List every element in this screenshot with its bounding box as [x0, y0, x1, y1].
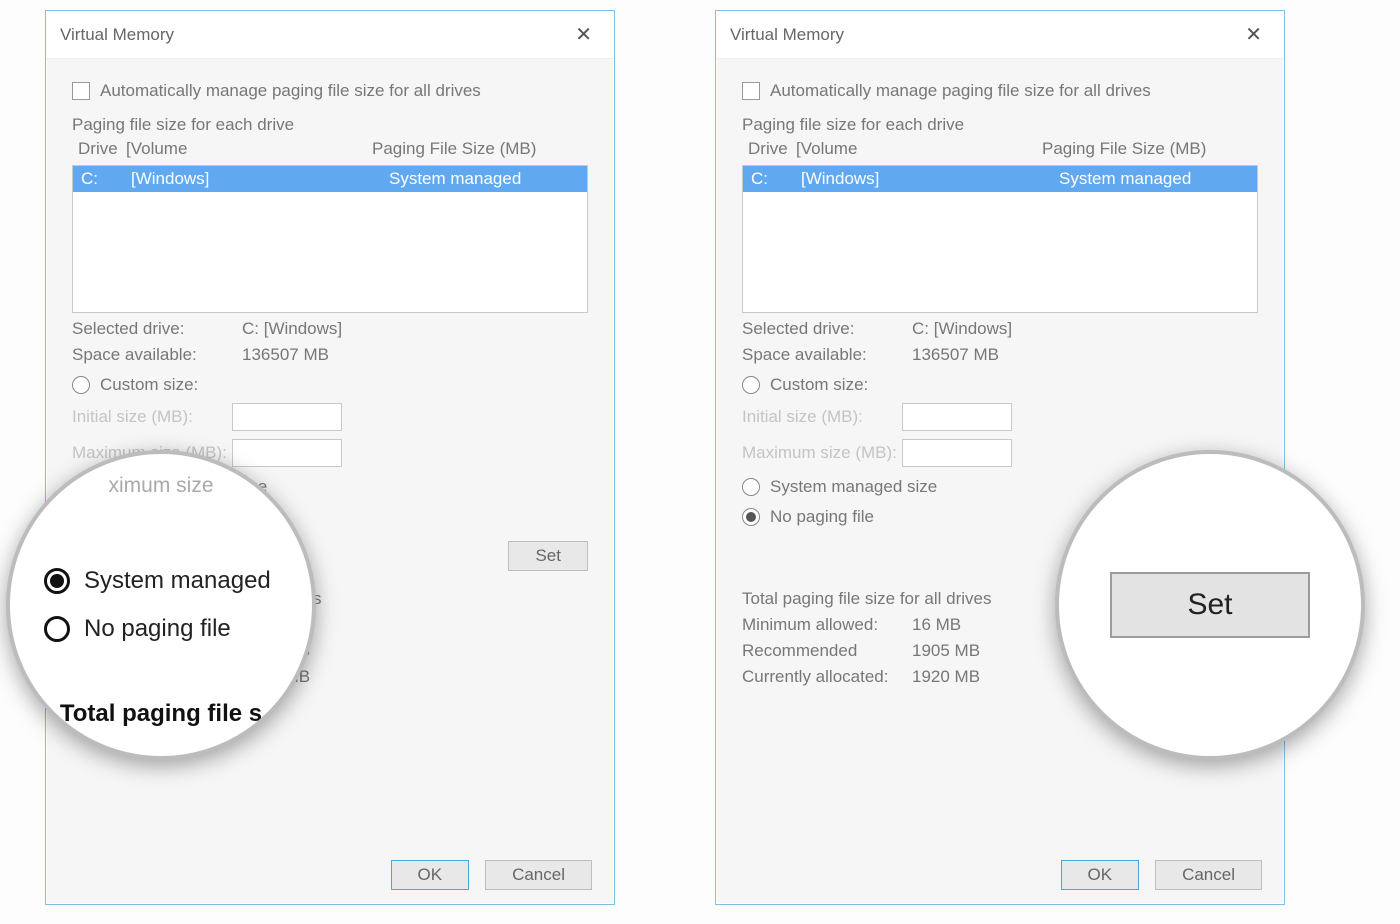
initial-input[interactable] [232, 403, 342, 431]
min-label: Minimum allowed: [742, 615, 912, 635]
selected-drive-value: C: [Windows] [242, 319, 342, 339]
cancel-button[interactable]: Cancel [1155, 860, 1262, 890]
drive-size: System managed [1059, 169, 1249, 189]
space-value: 136507 MB [242, 345, 329, 365]
rec-value: 1905 MB [912, 641, 980, 661]
ok-button[interactable]: OK [391, 860, 470, 890]
close-icon[interactable]: ✕ [567, 18, 600, 51]
auto-manage-checkbox[interactable] [742, 82, 760, 100]
drive-size: System managed [389, 169, 579, 189]
magnifier-left: ximum size System managed No paging file… [6, 450, 316, 760]
no-paging-label: No paging file [770, 507, 874, 527]
maximum-label: Maximum size (MB): [742, 443, 902, 463]
no-paging-radio[interactable] [742, 508, 760, 526]
space-label: Space available: [742, 345, 912, 365]
system-managed-radio[interactable] [742, 478, 760, 496]
space-value: 136507 MB [912, 345, 999, 365]
mag-system-managed-radio[interactable] [44, 568, 70, 594]
drive-list[interactable]: C: [Windows] System managed [742, 165, 1258, 313]
rec-label: Recommended [742, 641, 912, 661]
mag-set-button[interactable]: Set [1110, 572, 1310, 638]
mag-no-paging-label: No paging file [84, 615, 231, 643]
col-drive: Drive [78, 139, 126, 159]
mag-edge-top: ximum size [10, 474, 312, 498]
initial-label: Initial size (MB): [72, 407, 232, 427]
selected-drive-label: Selected drive: [742, 319, 912, 339]
mag-system-managed-label: System managed [84, 567, 271, 595]
maximum-input[interactable] [902, 439, 1012, 467]
col-drive: Drive [748, 139, 796, 159]
custom-size-radio[interactable] [72, 376, 90, 394]
drive-volume: [Windows] [131, 169, 389, 189]
mag-no-paging-radio[interactable] [44, 616, 70, 642]
drive-row[interactable]: C: [Windows] System managed [743, 166, 1257, 192]
titlebar: Virtual Memory ✕ [716, 11, 1284, 59]
custom-size-radio[interactable] [742, 376, 760, 394]
mag-edge-bottom: Total paging file s [60, 700, 262, 727]
system-managed-label: System managed size [770, 477, 937, 497]
drive-list[interactable]: C: [Windows] System managed [72, 165, 588, 313]
drive-volume: [Windows] [801, 169, 1059, 189]
custom-size-label: Custom size: [770, 375, 868, 395]
close-icon[interactable]: ✕ [1237, 18, 1270, 51]
col-size: Paging File Size (MB) [1042, 139, 1252, 159]
cancel-button[interactable]: Cancel [485, 860, 592, 890]
drive-row[interactable]: C: [Windows] System managed [73, 166, 587, 192]
titlebar: Virtual Memory ✕ [46, 11, 614, 59]
space-label: Space available: [72, 345, 242, 365]
drive-letter: C: [81, 169, 131, 189]
initial-input[interactable] [902, 403, 1012, 431]
min-value: 16 MB [912, 615, 961, 635]
col-volume: [Volume [796, 139, 1042, 159]
drive-letter: C: [751, 169, 801, 189]
cur-value: 1920 MB [912, 667, 980, 687]
section-drives-legend: Paging file size for each drive [742, 115, 1258, 135]
magnifier-right: Set [1055, 450, 1365, 760]
col-volume: [Volume [126, 139, 372, 159]
dialog-title: Virtual Memory [60, 25, 174, 45]
set-button[interactable]: Set [508, 541, 588, 571]
section-drives-legend: Paging file size for each drive [72, 115, 588, 135]
ok-button[interactable]: OK [1061, 860, 1140, 890]
initial-label: Initial size (MB): [742, 407, 902, 427]
custom-size-label: Custom size: [100, 375, 198, 395]
maximum-input[interactable] [232, 439, 342, 467]
auto-manage-checkbox[interactable] [72, 82, 90, 100]
selected-drive-value: C: [Windows] [912, 319, 1012, 339]
dialog-title: Virtual Memory [730, 25, 844, 45]
auto-manage-label: Automatically manage paging file size fo… [100, 81, 481, 101]
cur-label: Currently allocated: [742, 667, 912, 687]
auto-manage-label: Automatically manage paging file size fo… [770, 81, 1151, 101]
col-size: Paging File Size (MB) [372, 139, 582, 159]
selected-drive-label: Selected drive: [72, 319, 242, 339]
